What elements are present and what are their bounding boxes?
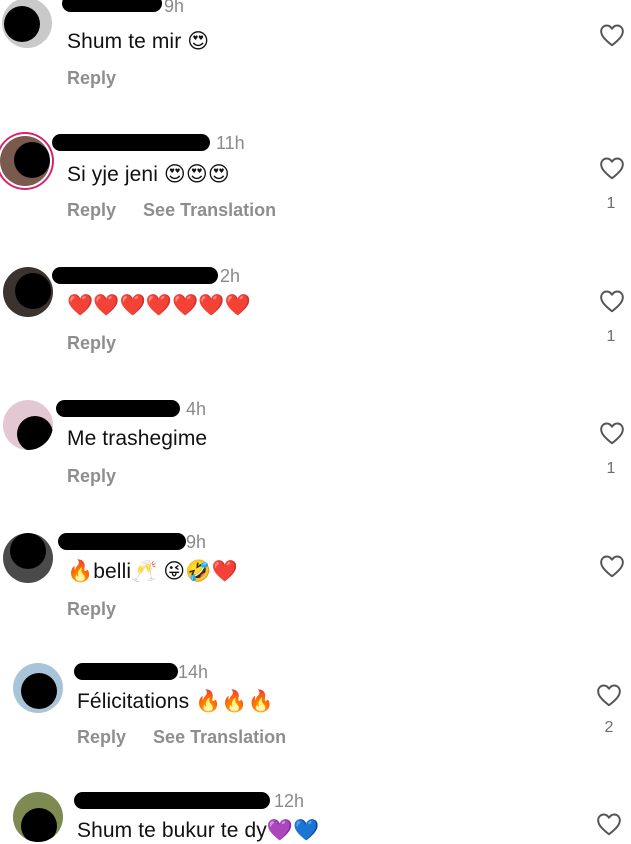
comment-timestamp: 9h <box>186 532 207 552</box>
like-count: 2 <box>604 719 614 736</box>
comment-text: Shum te bukur te dy💜💙 <box>77 819 320 842</box>
comment-text: Félicitations 🔥🔥🔥 <box>77 690 274 713</box>
comment-timestamp: 4h <box>186 399 207 419</box>
avatar[interactable] <box>3 400 53 450</box>
comment-timestamp: 14h <box>178 662 209 682</box>
reply-button[interactable]: Reply <box>77 727 126 747</box>
avatar[interactable] <box>13 792 63 842</box>
reply-button[interactable]: Reply <box>67 200 116 220</box>
comment-timestamp: 2h <box>220 266 241 286</box>
username-redaction[interactable] <box>52 267 218 284</box>
heart-outline-icon[interactable] <box>596 683 622 707</box>
comment-text: Si yje jeni 😍😍😍 <box>67 163 230 186</box>
reply-button[interactable]: Reply <box>67 466 116 486</box>
comment-timestamp: 11h <box>216 133 245 153</box>
avatar[interactable] <box>13 663 63 713</box>
username-redaction[interactable] <box>58 533 186 550</box>
avatar[interactable] <box>0 136 50 186</box>
comment-actions: Reply <box>67 333 138 354</box>
heart-outline-icon[interactable] <box>599 156 625 180</box>
heart-outline-icon[interactable] <box>599 554 625 578</box>
username-redaction[interactable] <box>56 400 180 417</box>
comment-text: ❤️❤️❤️❤️❤️❤️❤️ <box>67 294 251 317</box>
like-count: 1 <box>606 460 616 477</box>
heart-outline-icon[interactable] <box>599 421 625 445</box>
heart-outline-icon[interactable] <box>599 23 625 47</box>
comment-text: Me trashegime <box>67 427 208 450</box>
like-count: 1 <box>606 195 616 212</box>
reply-button[interactable]: Reply <box>67 599 116 619</box>
comment-actions: Reply See Translation <box>77 727 308 748</box>
see-translation-button[interactable]: See Translation <box>143 200 276 220</box>
heart-outline-icon[interactable] <box>599 289 625 313</box>
comment-actions: Reply <box>67 466 138 487</box>
avatar[interactable] <box>3 533 53 583</box>
reply-button[interactable]: Reply <box>67 333 116 353</box>
username-redaction[interactable] <box>52 134 210 151</box>
see-translation-button[interactable]: See Translation <box>153 727 286 747</box>
comment-actions: Reply <box>67 68 138 89</box>
like-count: 1 <box>606 328 616 345</box>
username-redaction[interactable] <box>62 0 162 12</box>
comment-text: Shum te mir 😍 <box>67 30 210 53</box>
comment-timestamp: 12h <box>274 791 305 811</box>
avatar[interactable] <box>2 0 52 48</box>
heart-outline-icon[interactable] <box>596 812 622 836</box>
comment-actions: Reply <box>67 599 138 620</box>
reply-button[interactable]: Reply <box>67 68 116 88</box>
comment-actions: Reply See Translation <box>67 200 298 221</box>
comment-timestamp: 9h <box>164 0 185 16</box>
avatar[interactable] <box>3 267 53 317</box>
comment-text: 🔥belli🥂 😜🤣❤️ <box>67 560 238 583</box>
username-redaction[interactable] <box>74 663 178 680</box>
username-redaction[interactable] <box>74 792 270 809</box>
